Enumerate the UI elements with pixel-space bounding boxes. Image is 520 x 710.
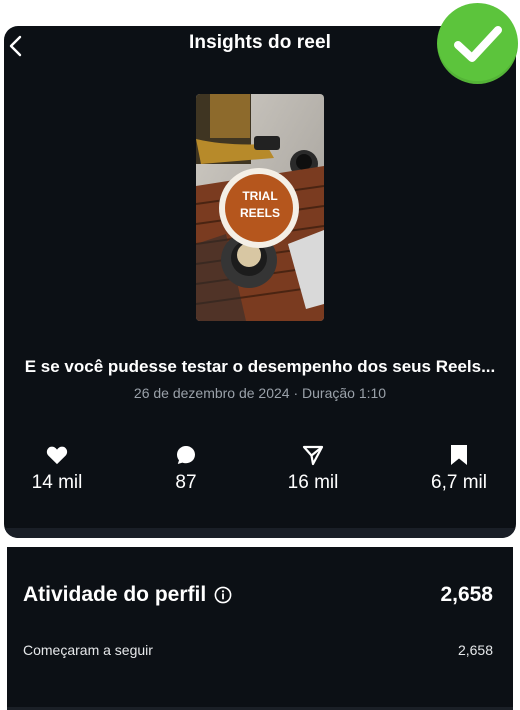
stat-likes: 14 mil <box>12 444 102 494</box>
share-icon <box>302 445 324 466</box>
panel-divider <box>4 528 516 538</box>
follows-value: 2,658 <box>457 642 493 658</box>
reel-title: E se você pudesse testar o desempenho do… <box>24 357 496 376</box>
shares-count: 16 mil <box>287 472 339 493</box>
stat-comments: 87 <box>141 444 231 494</box>
checkmark-icon <box>453 25 502 62</box>
likes-count: 14 mil <box>31 472 83 493</box>
bookmark-icon <box>451 445 467 465</box>
profile-activity-header: Atividade do perfil <box>23 583 232 607</box>
heart-icon <box>46 446 68 465</box>
reel-thumbnail[interactable]: TRIAL REELS <box>196 94 324 321</box>
approved-badge <box>437 3 518 84</box>
info-icon[interactable] <box>214 586 232 604</box>
comment-icon <box>177 446 195 464</box>
profile-activity-title: Atividade do perfil <box>23 583 207 606</box>
reel-meta: 26 de dezembro de 2024 · Duração 1:10 <box>133 385 387 401</box>
stat-shares: 16 mil <box>268 444 358 494</box>
reel-insights-panel: Insights do reel TRIAL REELS E se você p… <box>4 26 516 538</box>
saves-count: 6,7 mil <box>431 472 487 493</box>
thumbnail-text-line1: TRIAL <box>242 189 278 203</box>
follows-label: Começaram a seguir <box>23 642 153 658</box>
profile-activity-total: 2,658 <box>440 583 493 606</box>
profile-activity-card: Atividade do perfil 2,658 Começaram a se… <box>7 547 513 710</box>
thumbnail-text-line2: REELS <box>239 206 280 220</box>
comments-count: 87 <box>175 472 197 493</box>
stat-saves: 6,7 mil <box>414 444 504 494</box>
